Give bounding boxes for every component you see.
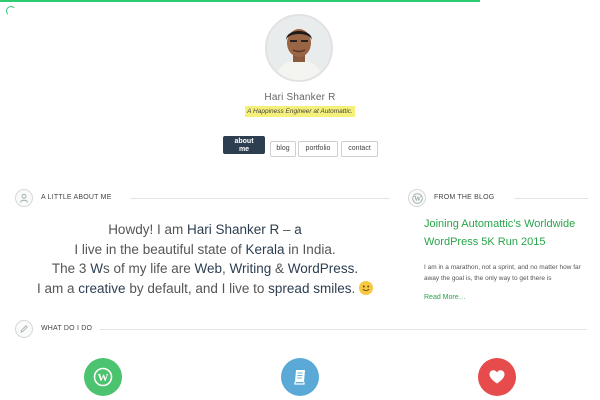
about-l2-state: Kerala <box>245 241 285 257</box>
about-l2-post: in India. <box>284 241 336 257</box>
nav-contact[interactable]: contact <box>341 141 378 157</box>
about-l4-end: . <box>351 280 359 296</box>
about-l3-pre: The 3 <box>51 261 91 276</box>
wordpress-icon: W <box>84 358 122 396</box>
spinner-icon <box>6 6 16 16</box>
avatar <box>265 14 333 82</box>
about-line-4: I am a creative by default, and I live t… <box>20 279 390 299</box>
about-l3-wordpress: WordPress. <box>287 261 359 276</box>
about-l1-end: a <box>294 222 302 237</box>
user-icon <box>15 189 33 207</box>
about-line-3: The 3 Ws of my life are Web, Writing & W… <box>20 259 390 279</box>
about-section-header: A LITTLE ABOUT ME <box>15 189 390 209</box>
book-icon <box>281 358 319 396</box>
blog-divider <box>514 198 588 199</box>
about-l1-pre: Howdy! I am <box>108 222 187 237</box>
read-more-link[interactable]: Read More… <box>424 294 466 301</box>
about-l3-amp: & <box>271 261 288 276</box>
about-l1-name: Hari Shanker R <box>186 222 280 237</box>
whatido-section-header: WHAT DO I DO <box>15 320 587 340</box>
profile-tagline: A Happiness Engineer at Automattic. <box>245 106 355 117</box>
whatido-heading: WHAT DO I DO <box>41 325 93 332</box>
about-l4-smiles: spread smiles <box>268 280 352 296</box>
about-l2-pre: I live in the beautiful state of <box>74 241 246 257</box>
profile-name: Hari Shanker R <box>264 92 336 103</box>
pencil-icon <box>15 320 33 338</box>
about-l4-mid: by default, and I live to <box>125 280 269 296</box>
whatido-divider <box>100 329 587 330</box>
page-load-progress-fill <box>0 0 480 2</box>
about-divider <box>130 198 390 199</box>
nav-about-line2: me <box>238 146 250 153</box>
about-line-1: Howdy! I am Hari Shanker R – a <box>20 220 390 240</box>
main-nav: about me blog portfolio contact <box>0 136 600 157</box>
about-l3-web: Web <box>194 261 222 276</box>
nav-portfolio[interactable]: portfolio <box>298 141 338 157</box>
nav-about-me[interactable]: about me <box>223 136 265 154</box>
about-heading: A LITTLE ABOUT ME <box>41 194 112 201</box>
nav-about-line1: about <box>234 138 254 145</box>
blog-post-excerpt: I am in a marathon, not a sprint, and no… <box>424 264 581 282</box>
about-l1-mid: – <box>279 222 295 237</box>
about-text: Howdy! I am Hari Shanker R – a I live in… <box>20 220 390 298</box>
about-l4-pre: I am a <box>37 280 79 296</box>
about-l3-writing: Writing <box>229 261 272 276</box>
blog-section-header: W FROM THE BLOG <box>408 189 588 209</box>
about-l3-w: W <box>90 261 103 276</box>
blog-post-title[interactable]: Joining Automattic’s Worldwide WordPress… <box>424 215 594 251</box>
smiley-icon <box>358 280 373 295</box>
about-l4-creative: creative <box>78 280 126 296</box>
heart-icon <box>478 358 516 396</box>
page-load-progress <box>0 0 600 2</box>
nav-blog[interactable]: blog <box>270 141 296 157</box>
svg-text:W: W <box>98 372 109 384</box>
about-l3-comma: , <box>222 261 230 276</box>
wordpress-icon: W <box>408 189 426 207</box>
svg-text:W: W <box>414 195 421 203</box>
about-line-2: I live in the beautiful state of Kerala … <box>20 240 390 260</box>
about-l3-mid: s of my life are <box>102 261 195 276</box>
blog-heading: FROM THE BLOG <box>434 194 495 201</box>
